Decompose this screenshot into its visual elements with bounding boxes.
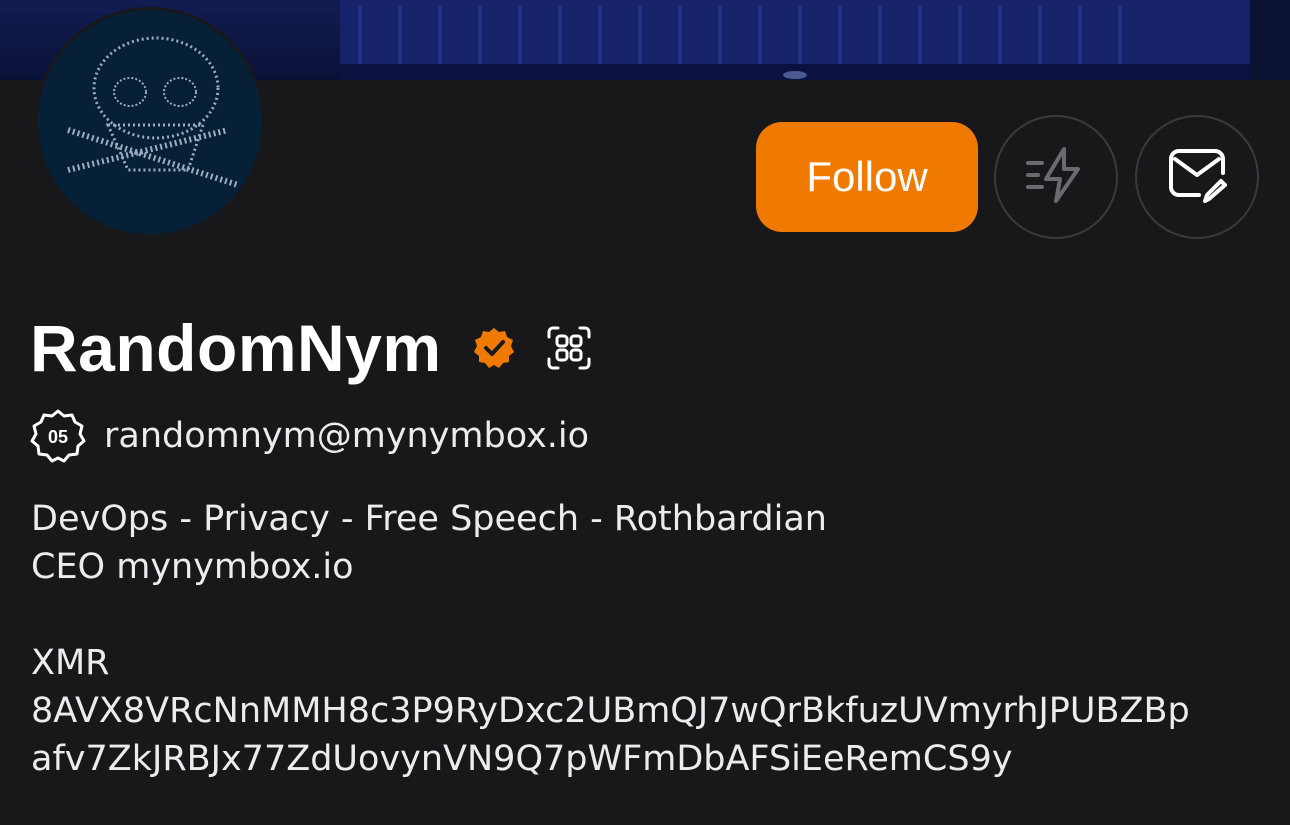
- bio-line: afv7ZkJRBJx77ZdUovynVN9Q7pWFmDbAFSiEeRem…: [31, 739, 1013, 779]
- bio-line: DevOps - Privacy - Free Speech - Rothbar…: [31, 499, 827, 539]
- message-button[interactable]: [1135, 115, 1259, 239]
- display-name: RandomNym: [30, 311, 442, 385]
- bio-line: 8AVX8VRcNnMMH8c3P9RyDxc2UBmQJ7wQrBkfuzUV…: [31, 691, 1190, 731]
- nip05-address[interactable]: randomnym@mynymbox.io: [104, 416, 589, 456]
- nip05-row: 05 randomnym@mynymbox.io: [30, 406, 589, 466]
- verified-check-icon: [472, 326, 516, 370]
- zap-button[interactable]: [994, 115, 1118, 239]
- profile-name-row: RandomNym: [30, 306, 592, 390]
- nip05-badge-icon: 05: [30, 408, 86, 464]
- follow-button[interactable]: Follow: [756, 122, 978, 232]
- bio-line: XMR: [31, 643, 110, 683]
- profile-bio: DevOps - Privacy - Free Speech - Rothbar…: [31, 495, 1271, 783]
- profile-avatar[interactable]: [38, 10, 262, 234]
- bio-line[interactable]: CEO mynymbox.io: [31, 543, 1271, 591]
- bio-line: [31, 591, 1271, 639]
- svg-text:05: 05: [48, 427, 68, 447]
- qr-code-icon[interactable]: [546, 325, 592, 371]
- zap-lightning-icon: [1024, 143, 1088, 211]
- message-edit-icon: [1165, 143, 1229, 211]
